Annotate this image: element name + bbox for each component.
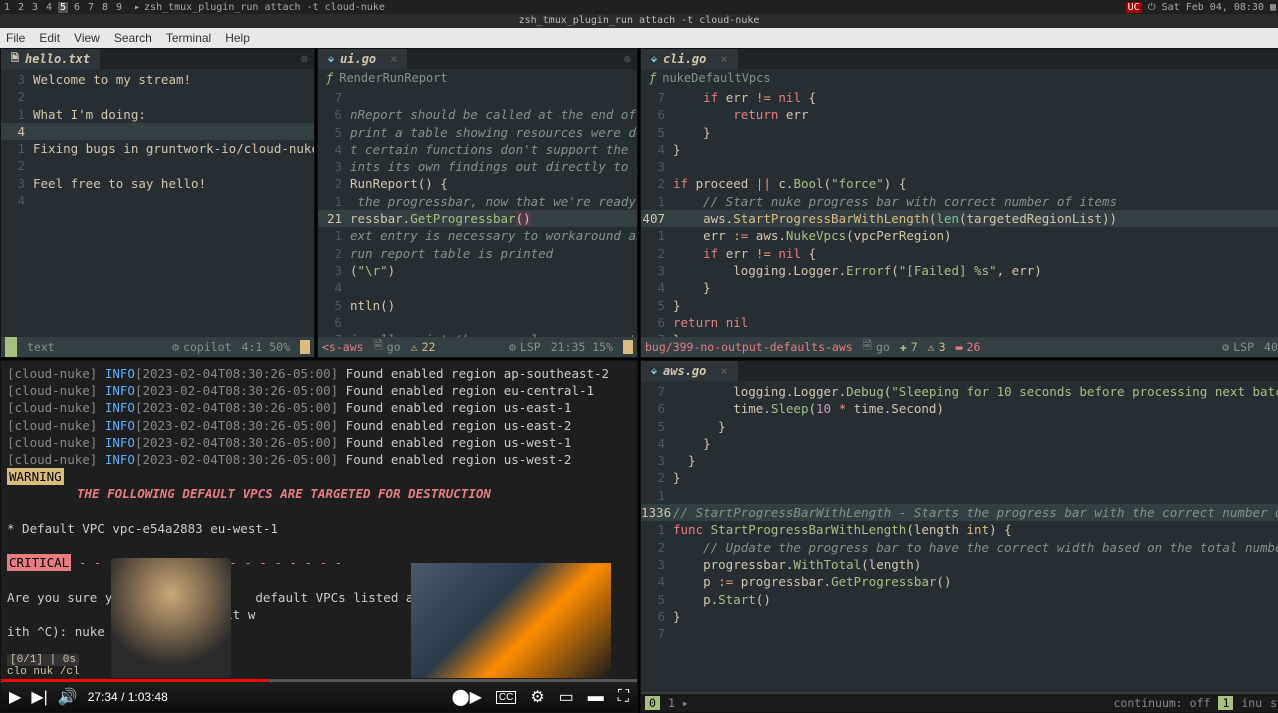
go-icon: ⬙ bbox=[328, 54, 334, 65]
mode-indicator bbox=[5, 337, 17, 357]
system-taskbar: 1 2 3 4 5 6 7 8 9 ▸ zsh_tmux_plugin_run … bbox=[0, 0, 1278, 14]
pane-terminal: [cloud-nuke] INFO[2023-02-04T08:30:26-05… bbox=[0, 360, 638, 713]
pane-close-icon[interactable]: ⊗ bbox=[301, 52, 314, 66]
status-hello: text ⚙ copilot 4:1 50% bbox=[1, 337, 314, 357]
editor-ui[interactable]: 76nReport should be called at the end of… bbox=[318, 87, 637, 337]
menu-help[interactable]: Help bbox=[225, 31, 250, 45]
tmux-window-0[interactable]: 0 bbox=[645, 696, 660, 710]
tab-hello[interactable]: 🗎 hello.txt bbox=[1, 49, 100, 69]
taskbar-app-title: zsh_tmux_plugin_run attach -t cloud-nuke bbox=[144, 2, 385, 13]
breadcrumb-cli[interactable]: ƒnukeDefaultVpcs bbox=[641, 69, 1278, 87]
pane-hello: 🗎 hello.txt ⊗ 3Welcome to my stream!21Wh… bbox=[0, 48, 315, 358]
settings-icon[interactable]: ⚙ bbox=[530, 687, 544, 707]
autoplay-toggle[interactable]: ⬤▶ bbox=[452, 687, 482, 707]
play-button[interactable]: ▶ bbox=[9, 687, 21, 707]
seek-status: [0/1] | 0s clo nuk /cl bbox=[7, 654, 80, 678]
tmux-window-1[interactable]: 1 ▸ bbox=[668, 696, 689, 710]
menu-view[interactable]: View bbox=[74, 31, 100, 45]
tab-aws[interactable]: ⬙ aws.go × bbox=[641, 361, 738, 381]
webcam-overlay bbox=[111, 558, 231, 678]
editor-aws[interactable]: 7 logging.Logger.Debug("Sleeping for 10 … bbox=[641, 381, 1278, 692]
git-branch: bug/399-no-output-defaults-aws bbox=[645, 340, 853, 354]
tray-badge[interactable]: UC bbox=[1126, 2, 1142, 13]
go-icon: ⬙ bbox=[651, 54, 657, 65]
filetype: text bbox=[27, 340, 55, 354]
file-icon: 🗎 bbox=[11, 51, 19, 68]
go-icon: ⬙ bbox=[651, 366, 657, 377]
miniplayer-icon[interactable]: ▭ bbox=[559, 687, 574, 707]
fullscreen-icon[interactable]: ⛶ bbox=[618, 688, 629, 706]
workspace-3[interactable]: 3 bbox=[30, 2, 40, 13]
video-controls: ▶ ▶| 🔊 27:34 / 1:03:48 ⬤▶ CC ⚙ ▭ ▬ ⛶ bbox=[1, 682, 637, 712]
workspace-4[interactable]: 4 bbox=[44, 2, 54, 13]
pane-ui: ⬙ ui.go × ⊗ ƒRenderRunReport 76nReport s… bbox=[317, 48, 638, 358]
menu-edit[interactable]: Edit bbox=[39, 31, 60, 45]
workspace-2[interactable]: 2 bbox=[16, 2, 26, 13]
workspace-7[interactable]: 7 bbox=[86, 2, 96, 13]
menu-search[interactable]: Search bbox=[114, 31, 152, 45]
close-icon[interactable]: × bbox=[720, 52, 727, 66]
pane-close-icon[interactable]: ⊗ bbox=[624, 52, 637, 66]
workspace-8[interactable]: 8 bbox=[100, 2, 110, 13]
pane-aws: ⬙ aws.go × ⊗ 7 logging.Logger.Debug("Sle… bbox=[640, 360, 1278, 713]
grid-icon[interactable]: ▦ bbox=[1270, 2, 1276, 13]
workspace-6[interactable]: 6 bbox=[72, 2, 82, 13]
workspace-5[interactable]: 5 bbox=[58, 2, 68, 13]
pane-cli: ⬙ cli.go × ⊗ ƒnukeDefaultVpcs 7 if err !… bbox=[640, 48, 1278, 358]
tab-ui[interactable]: ⬙ ui.go × bbox=[318, 49, 407, 69]
menu-file[interactable]: File bbox=[6, 31, 25, 45]
menu-terminal[interactable]: Terminal bbox=[166, 31, 211, 45]
tmux-statusbar: 0 1 ▸ continuum: off 1 inu status: off bbox=[641, 694, 1278, 712]
tab-cli[interactable]: ⬙ cli.go × bbox=[641, 49, 738, 69]
window-title: zsh_tmux_plugin_run attach -t cloud-nuke bbox=[0, 14, 1278, 28]
status-ui: <s-aws 🗎 go ⚠ 22 ⚙ LSP 21:35 15% bbox=[318, 337, 637, 357]
close-icon[interactable]: × bbox=[390, 52, 397, 66]
app-menubar: File Edit View Search Terminal Help bbox=[0, 28, 1278, 48]
breadcrumb-ui[interactable]: ƒRenderRunReport bbox=[318, 69, 637, 87]
status-cli: bug/399-no-output-defaults-aws 🗎 go ✚ 7 … bbox=[641, 337, 1278, 357]
next-button[interactable]: ▶| bbox=[31, 687, 47, 707]
workspace-9[interactable]: 9 bbox=[114, 2, 124, 13]
volume-icon[interactable]: 🔊 bbox=[58, 687, 78, 707]
clock: Sat Feb 04, 08:30 bbox=[1162, 2, 1264, 13]
git-branch: <s-aws bbox=[322, 340, 364, 354]
editor-hello[interactable]: 3Welcome to my stream!21What I'm doing:4… bbox=[1, 69, 314, 337]
video-time: 27:34 / 1:03:48 bbox=[88, 690, 168, 704]
deskcam-overlay bbox=[411, 563, 611, 678]
cc-button[interactable]: CC bbox=[496, 691, 516, 704]
close-icon[interactable]: × bbox=[720, 364, 727, 378]
theater-icon[interactable]: ▬ bbox=[588, 688, 604, 706]
power-icon[interactable]: ⏻ bbox=[1148, 2, 1156, 13]
workspace-1[interactable]: 1 bbox=[2, 2, 12, 13]
editor-cli[interactable]: 7 if err != nil { 6 return err 5 } 4} 3 … bbox=[641, 87, 1278, 337]
